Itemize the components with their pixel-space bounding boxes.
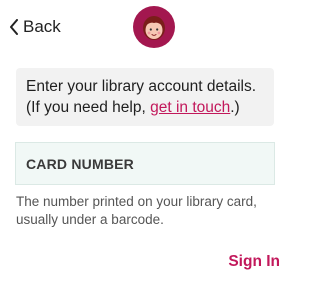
- card-number-label: CARD NUMBER: [26, 155, 134, 172]
- back-button[interactable]: Back: [9, 14, 61, 40]
- get-in-touch-link[interactable]: get in touch: [150, 99, 230, 116]
- sign-in-page: Back Enter your library account details.…: [0, 0, 290, 282]
- chevron-left-icon: [9, 19, 19, 35]
- instructions-text-end: .): [230, 99, 240, 116]
- card-number-help-text: The number printed on your library card,…: [16, 194, 257, 227]
- back-label: Back: [23, 17, 61, 36]
- sign-in-button[interactable]: Sign In: [228, 252, 280, 272]
- libby-logo-icon: [133, 6, 175, 48]
- header: Back: [0, 0, 290, 54]
- card-number-field[interactable]: CARD NUMBER: [15, 142, 275, 185]
- instructions-box: Enter your library account details. (If …: [16, 68, 274, 126]
